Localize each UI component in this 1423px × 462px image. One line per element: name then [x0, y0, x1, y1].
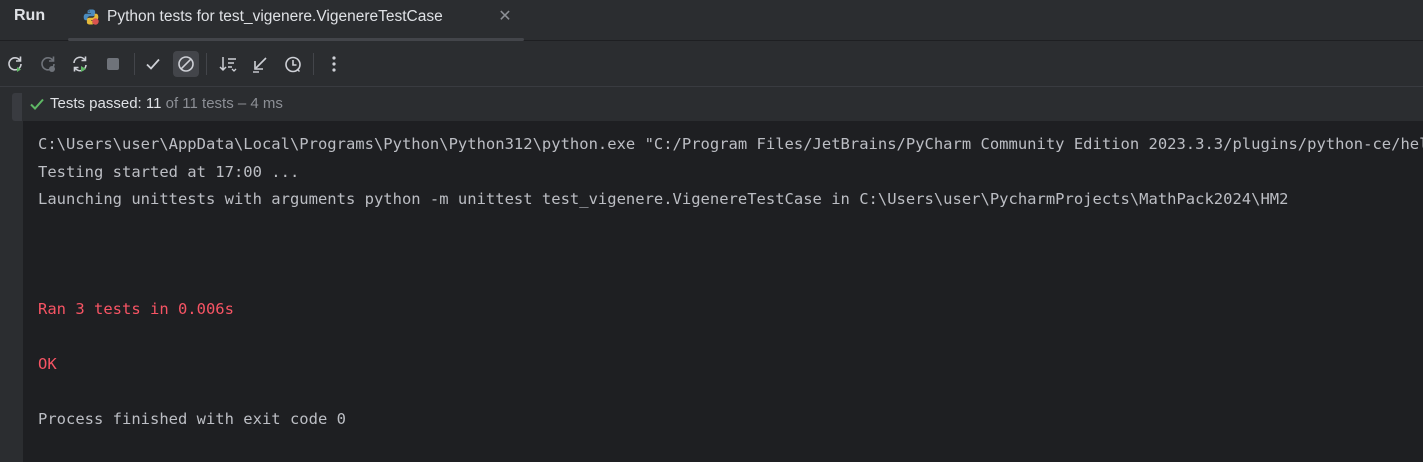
show-ignored-icon[interactable] [173, 51, 199, 77]
tree-collapse-handle[interactable] [12, 93, 22, 121]
show-passed-icon[interactable] [140, 51, 166, 77]
check-icon [28, 95, 46, 113]
console-output[interactable]: C:\Users\user\AppData\Local\Programs\Pyt… [23, 121, 1423, 462]
rerun-failed-icon[interactable] [35, 51, 61, 77]
run-tool-window-header: Run Python tests for test_vigenere.Vigen… [0, 0, 1423, 41]
tree-panel-edge [0, 121, 23, 462]
toolbar-separator [134, 53, 135, 75]
console-line: Process finished with exit code 0 [38, 410, 346, 428]
run-tool-window-title: Run [14, 7, 46, 24]
rerun-icon[interactable] [2, 51, 28, 77]
toolbar-separator [313, 53, 314, 75]
tests-passed-label: Tests passed: 11 [50, 95, 162, 112]
console-line-stderr: Ran 3 tests in 0.006s [38, 300, 234, 318]
test-status-bar: Tests passed: 11 of 11 tests – 4 ms [0, 87, 1423, 121]
run-configuration-tab[interactable]: Python tests for test_vigenere.VigenereT… [68, 0, 524, 41]
console-line-stderr: OK [38, 355, 57, 373]
sort-icon[interactable] [215, 51, 241, 77]
stop-icon[interactable] [100, 51, 126, 77]
close-icon[interactable]: ✕ [496, 8, 514, 26]
toolbar-separator [206, 53, 207, 75]
tab-title: Python tests for test_vigenere.VigenereT… [107, 8, 443, 25]
toggle-auto-test-icon[interactable] [67, 51, 93, 77]
test-summary: Tests passed: 11 of 11 tests – 4 ms [50, 95, 283, 112]
python-tests-icon [82, 8, 100, 26]
tests-detail: of 11 tests – 4 ms [161, 95, 283, 112]
more-icon[interactable] [321, 51, 347, 77]
test-runner-toolbar [0, 41, 1423, 87]
console-line: Launching unittests with arguments pytho… [38, 190, 1289, 208]
collapse-icon[interactable] [247, 51, 273, 77]
console-line: Testing started at 17:00 ... [38, 163, 300, 181]
history-icon[interactable] [280, 51, 306, 77]
console-line: C:\Users\user\AppData\Local\Programs\Pyt… [38, 135, 1423, 153]
